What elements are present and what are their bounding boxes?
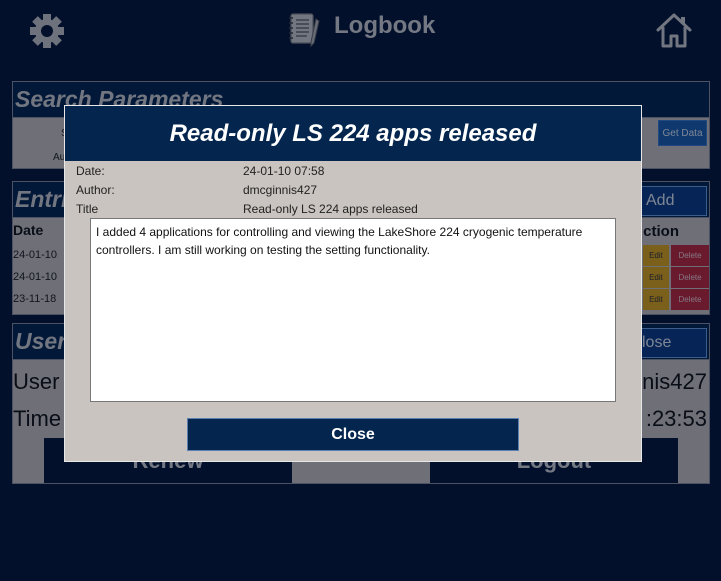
date-label: Date: bbox=[76, 164, 105, 178]
title-label: Title bbox=[76, 202, 99, 216]
title-value: Read-only LS 224 apps released bbox=[243, 202, 418, 216]
date-value: 24-01-10 07:58 bbox=[243, 164, 325, 178]
author-value: dmcginnis427 bbox=[243, 183, 318, 197]
entry-body-textarea[interactable]: I added 4 applications for controlling a… bbox=[90, 218, 616, 402]
close-button[interactable]: Close bbox=[187, 418, 519, 451]
modal-title: Read-only LS 224 apps released bbox=[65, 106, 641, 161]
author-label: Author: bbox=[76, 183, 115, 197]
entry-detail-modal: Read-only LS 224 apps released Date: 24-… bbox=[64, 105, 642, 462]
